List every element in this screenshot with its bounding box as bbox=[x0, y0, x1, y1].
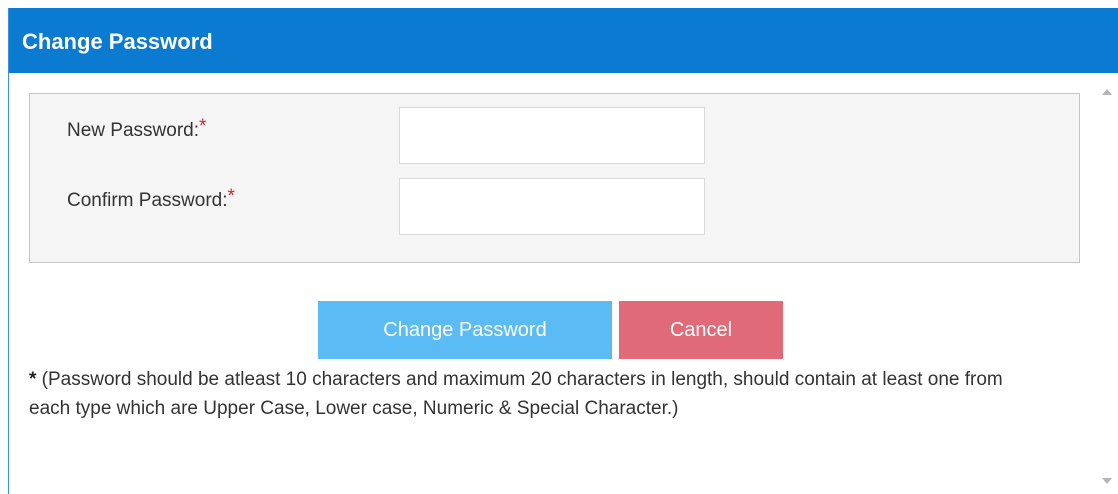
password-fieldset: New Password:* Confirm Password:* bbox=[29, 93, 1080, 263]
new-password-input[interactable] bbox=[399, 107, 705, 164]
scroll-down-arrow-icon[interactable] bbox=[1102, 478, 1112, 484]
new-password-label-text: New Password: bbox=[67, 120, 199, 141]
dialog-body: New Password:* Confirm Password:* Change… bbox=[9, 73, 1118, 494]
new-password-required-mark: * bbox=[199, 116, 207, 137]
confirm-password-label: Confirm Password:* bbox=[67, 186, 235, 212]
change-password-dialog: Change Password New Password:* Confirm P… bbox=[8, 8, 1118, 494]
confirm-password-label-text: Confirm Password: bbox=[67, 190, 228, 211]
change-password-button[interactable]: Change Password bbox=[318, 301, 612, 359]
dialog-titlebar: Change Password bbox=[9, 8, 1118, 73]
password-requirements-note: * (Password should be atleast 10 charact… bbox=[29, 365, 1039, 423]
scroll-up-arrow-icon[interactable] bbox=[1102, 89, 1112, 95]
confirm-password-input[interactable] bbox=[399, 178, 705, 235]
dialog-title: Change Password bbox=[22, 29, 213, 54]
note-text: (Password should be atleast 10 character… bbox=[29, 369, 1003, 419]
confirm-password-required-mark: * bbox=[227, 186, 235, 207]
new-password-label: New Password:* bbox=[67, 116, 206, 142]
vertical-scrollbar[interactable] bbox=[1097, 73, 1118, 494]
cancel-button[interactable]: Cancel bbox=[619, 301, 783, 359]
